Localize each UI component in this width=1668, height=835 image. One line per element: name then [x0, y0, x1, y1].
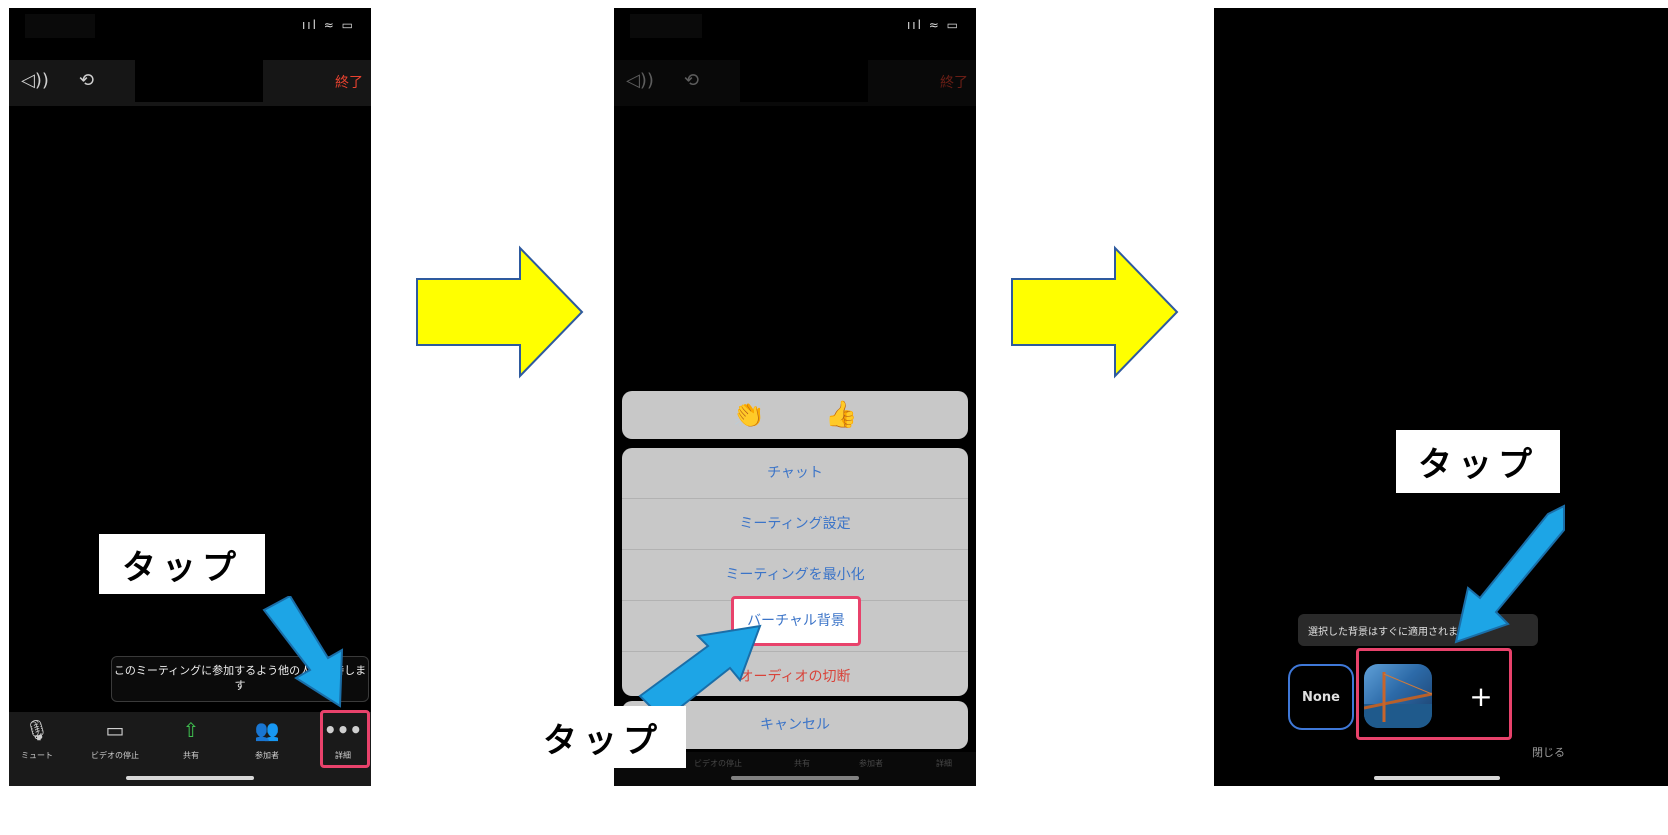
meeting-name-redacted [740, 60, 868, 102]
status-time-redacted [630, 14, 702, 38]
stop-video-button[interactable]: ▭ ビデオの停止 [85, 718, 145, 761]
end-button: 終了 [940, 75, 968, 91]
blue-arrow-3 [1454, 504, 1565, 644]
status-icons: ııl ≈ ▭ [906, 18, 960, 32]
participants-label: 参加者 [255, 751, 279, 760]
share-icon: ⇧ [182, 718, 200, 742]
home-indicator [1374, 776, 1500, 780]
mic-icon: 🎙 [24, 718, 50, 742]
mute-button[interactable]: 🎙 ミュート [9, 718, 67, 761]
stop-video-label: ビデオの停止 [91, 751, 139, 760]
more-label: 詳細 [936, 759, 952, 768]
participants-label: 参加者 [859, 759, 883, 768]
home-indicator [126, 776, 254, 780]
close-button[interactable]: 閉じる [1532, 744, 1565, 760]
more-button-highlight [320, 710, 370, 768]
camera-switch-icon: ⟲ [684, 70, 700, 91]
end-button[interactable]: 終了 [335, 72, 363, 92]
meeting-name-redacted [135, 60, 263, 102]
flow-arrow-2 [1011, 245, 1179, 379]
bg-none-option[interactable]: None [1288, 664, 1354, 730]
status-icons: ııl ≈ ▭ [301, 18, 355, 32]
background-options-highlight [1356, 648, 1512, 740]
menu-minimize-meeting[interactable]: ミーティングを最小化 [622, 550, 968, 601]
stop-video-label: ビデオの停止 [694, 759, 742, 768]
tap-label-3: タップ [1396, 430, 1560, 493]
menu-meeting-settings[interactable]: ミーティング設定 [622, 499, 968, 550]
tap-label-1: タップ [99, 534, 265, 594]
share-button[interactable]: ⇧ 共有 [161, 718, 221, 761]
status-time-redacted [25, 14, 95, 38]
meeting-topbar: ◁)) ⟲ 終了 [614, 60, 976, 106]
speaker-icon: ◁)) [626, 70, 654, 91]
flow-arrow-1 [416, 245, 584, 379]
video-icon: ▭ [105, 718, 125, 742]
home-indicator [731, 776, 859, 780]
participants-button[interactable]: 👥 参加者 [237, 718, 297, 761]
speaker-icon[interactable]: ◁)) [21, 70, 49, 91]
meeting-toolbar: 🎙 ミュート ▭ ビデオの停止 ⇧ 共有 👥 参加者 ••• 詳細 [9, 712, 371, 786]
blue-arrow-1 [262, 596, 344, 708]
tap-label-2: タップ [520, 706, 686, 768]
thumbs-up-reaction[interactable]: 👍 [825, 400, 857, 430]
reaction-bar: 👏 👍 [622, 391, 968, 439]
clap-reaction[interactable]: 👏 [733, 400, 765, 430]
share-label: 共有 [183, 751, 199, 760]
share-label: 共有 [794, 759, 810, 768]
meeting-topbar: ◁)) ⟲ 終了 [9, 60, 371, 106]
menu-chat[interactable]: チャット [622, 448, 968, 499]
camera-switch-icon[interactable]: ⟲ [79, 70, 94, 91]
mute-label: ミュート [21, 751, 53, 760]
participants-icon: 👥 [254, 718, 280, 742]
